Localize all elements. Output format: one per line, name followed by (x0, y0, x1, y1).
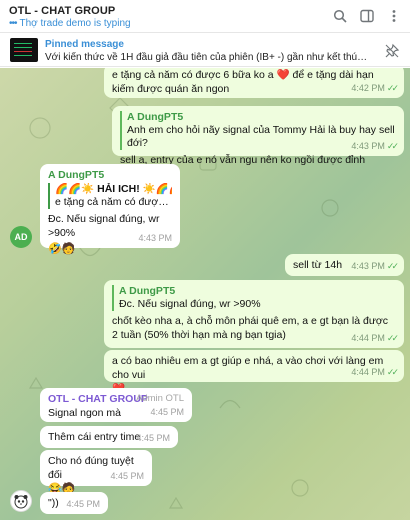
more-vert-icon[interactable] (386, 8, 402, 24)
panda-avatar-icon (14, 495, 28, 509)
message-time: 4:43 PM ✓✓ (351, 141, 399, 151)
pinned-text: Với kiến thức về 1H đầu giả đầu tiên của… (45, 52, 370, 63)
sidebar-toggle-icon[interactable] (359, 8, 375, 24)
typing-status: ••• Thợ trade demo is typing (9, 18, 131, 29)
typing-dots-icon: ••• (9, 18, 17, 29)
message-time: 4:45 PM (150, 407, 184, 417)
double-check-icon: ✓✓ (386, 261, 399, 271)
message-time: 4:43 PM ✓✓ (351, 261, 399, 271)
double-check-icon: ✓✓ (386, 141, 399, 151)
pinned-label: Pinned message (45, 39, 124, 50)
double-check-icon: ✓✓ (386, 367, 399, 377)
message-incoming[interactable]: ")) 4:45 PM (40, 492, 108, 514)
message-time: 4:45 PM (110, 471, 144, 481)
message-outgoing[interactable]: sell từ 14h 4:43 PM ✓✓ (285, 254, 404, 276)
search-icon[interactable] (332, 8, 348, 24)
pinned-thumbnail (10, 38, 38, 62)
admin-badge: Admin OTL (135, 393, 184, 404)
message-outgoing[interactable]: A DungPT5 Anh em cho hỏi nãy signal của … (112, 106, 404, 166)
message-outgoing[interactable]: e tặng cả năm có được 6 bữa ko a ❤️ để e… (104, 68, 404, 98)
pinned-message-bar[interactable]: Pinned message Với kiến thức về 1H đầu g… (0, 34, 410, 67)
chat-title[interactable]: OTL - CHAT GROUP (9, 5, 115, 17)
double-check-icon: ✓✓ (386, 83, 399, 93)
reply-quote[interactable]: 🌈🌈☀️ HẢI ICH! ☀️🌈🌈 e tặng cả năm có được… (48, 183, 172, 209)
pin-off-icon[interactable] (384, 43, 400, 59)
chat-header: OTL - CHAT GROUP ••• Thợ trade demo is ty… (0, 0, 410, 33)
reply-quote[interactable]: A DungPT5 Đc. Nếu signal đúng, wr >90% (112, 285, 396, 311)
avatar[interactable] (10, 490, 32, 512)
message-time: 4:44 PM ✓✓ (351, 367, 399, 377)
message-time: 4:45 PM (66, 499, 100, 509)
message-time: 4:43 PM (138, 233, 172, 243)
message-time: 4:42 PM ✓✓ (351, 83, 399, 93)
message-incoming[interactable]: Thêm cái entry time 4:45 PM (40, 426, 178, 448)
message-incoming[interactable]: OTL - CHAT GROUP Admin OTL Signal ngon m… (40, 388, 192, 422)
message-incoming[interactable]: A DungPT5 🌈🌈☀️ HẢI ICH! ☀️🌈🌈 e tặng cả n… (40, 164, 180, 255)
message-time: 4:44 PM ✓✓ (351, 333, 399, 343)
sender-name[interactable]: A DungPT5 (48, 168, 172, 182)
heart-emoji: ❤️ (276, 69, 290, 81)
avatar[interactable]: AD (10, 226, 32, 248)
message-incoming[interactable]: Cho nó đúng tuyệt đối 😂🧑 4:45 PM (40, 450, 152, 495)
double-check-icon: ✓✓ (386, 333, 399, 343)
message-time: 4:45 PM (136, 433, 170, 443)
message-outgoing[interactable]: A DungPT5 Đc. Nếu signal đúng, wr >90% c… (104, 280, 404, 348)
message-outgoing[interactable]: a có bao nhiêu em a gt giúp e nhá, a vào… (104, 350, 404, 395)
chat-messages[interactable]: e tặng cả năm có được 6 bữa ko a ❤️ để e… (0, 68, 410, 520)
